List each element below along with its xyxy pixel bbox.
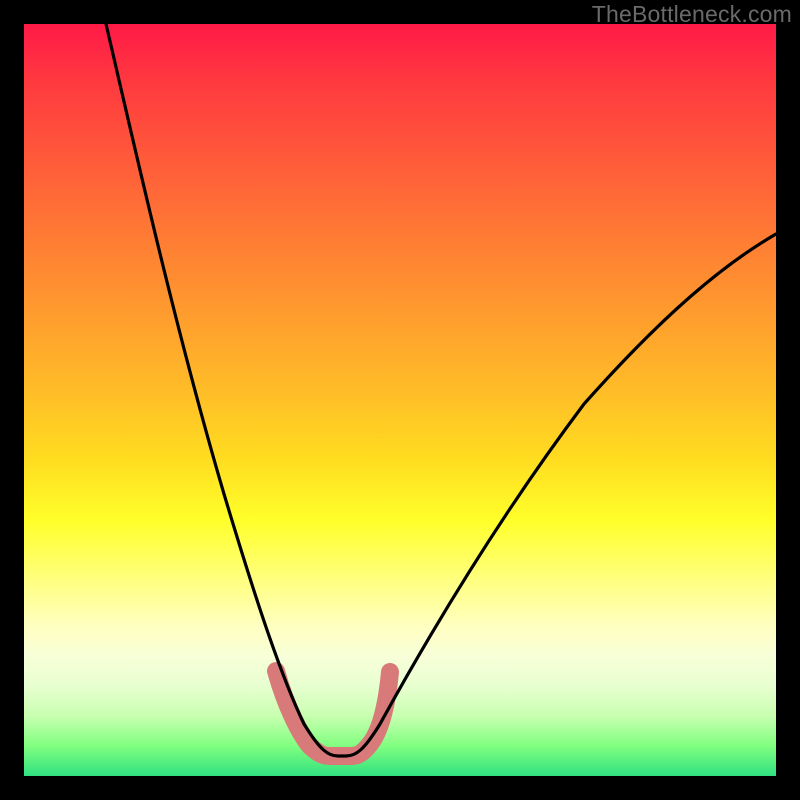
chart-frame: TheBottleneck.com <box>0 0 800 800</box>
plot-area <box>24 24 776 776</box>
bottleneck-highlight <box>276 671 390 756</box>
bottleneck-curve <box>106 24 776 756</box>
curve-layer <box>24 24 776 776</box>
watermark-text: TheBottleneck.com <box>592 1 792 28</box>
